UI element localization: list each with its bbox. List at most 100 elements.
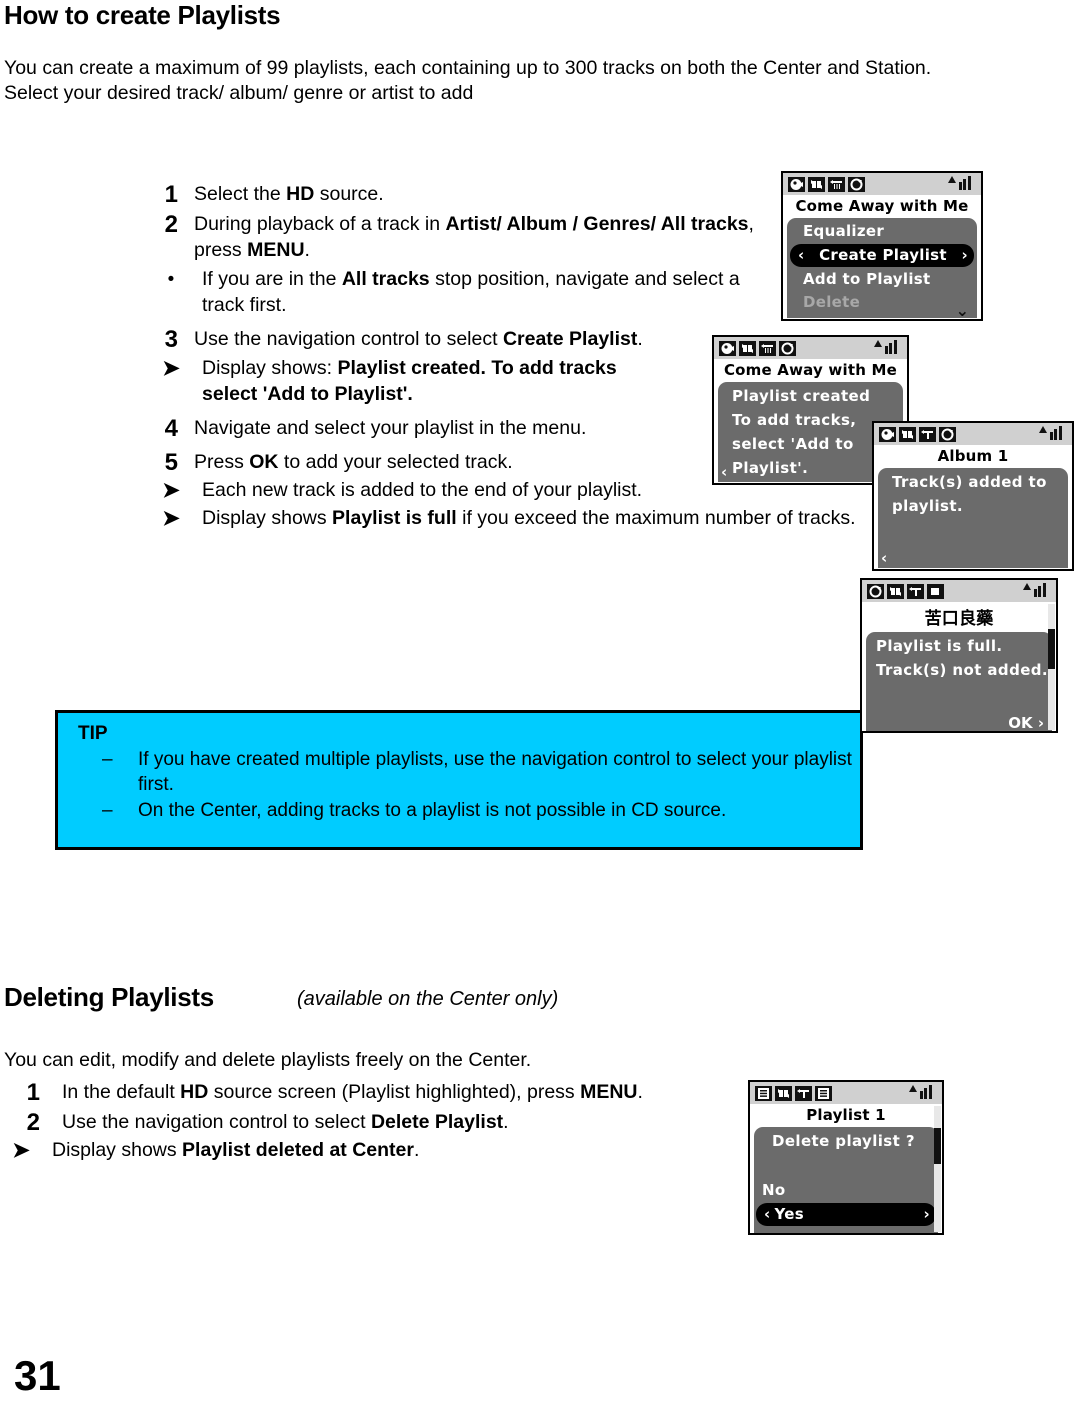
page-title: How to create Playlists xyxy=(4,0,281,30)
dash-icon: – xyxy=(102,749,113,770)
lcd-scrollbar-thumb[interactable] xyxy=(934,1128,941,1164)
step-3-number: 3 xyxy=(164,326,178,353)
left-caret-icon: ‹ xyxy=(798,246,805,264)
cd-disc-icon xyxy=(939,426,956,442)
lcd-title: Playlist 1 xyxy=(750,1104,942,1127)
step-4-number: 4 xyxy=(164,415,178,442)
lcd-status-bar xyxy=(862,580,1056,602)
manual-page: How to create Playlists You can create a… xyxy=(0,0,1074,1420)
lcd-status-bar xyxy=(750,1082,942,1104)
lcd-message-panel: Playlist is full. Track(s) not added. OK… xyxy=(866,632,1052,731)
arrow-right-icon: ➤ xyxy=(162,479,180,502)
menu-item-equalizer[interactable]: Equalizer xyxy=(787,220,977,243)
arrow-right-icon: ➤ xyxy=(162,357,180,380)
lcd-status-bar xyxy=(874,423,1072,445)
intro-paragraph: You can create a maximum of 99 playlists… xyxy=(4,57,932,104)
hd-source-icon xyxy=(879,426,896,442)
step-2-bullet-text: If you are in the All tracks stop positi… xyxy=(202,268,740,316)
tip-box: TIP – If you have created multiple playli… xyxy=(55,710,863,850)
step-1-number: 1 xyxy=(164,181,178,208)
lcd-message-line: playlist. xyxy=(892,497,963,515)
lcd-scrollbar-thumb[interactable] xyxy=(1048,629,1055,669)
repeat-up-icon xyxy=(907,583,924,599)
right-caret-icon: › xyxy=(961,246,968,264)
option-no[interactable]: No xyxy=(754,1179,938,1202)
delete-arrow-text: Display shows Playlist deleted at Center… xyxy=(52,1139,420,1161)
signal-bars-icon xyxy=(1039,426,1066,440)
step-2: 2 During playback of a track in Artist/ … xyxy=(148,212,868,263)
cd-disc-icon xyxy=(779,340,796,356)
hd-source-icon xyxy=(719,340,736,356)
step-1: 1 Select the HD source. xyxy=(148,182,868,208)
left-caret-icon: ‹ xyxy=(764,1205,771,1223)
lcd-message-line: Playlist created xyxy=(732,387,871,405)
section2-title: Deleting Playlists xyxy=(4,982,214,1012)
left-caret-icon[interactable]: ‹ xyxy=(721,463,727,481)
right-caret-icon: › xyxy=(923,1205,930,1223)
lcd-delete-playlist: Playlist 1 Delete playlist ? No ‹ Yes › xyxy=(748,1080,944,1235)
shuffle-icon xyxy=(775,1085,792,1101)
step-2-bullet: • If you are in the All tracks stop posi… xyxy=(148,267,868,318)
step-2-number: 2 xyxy=(164,211,178,238)
menu-item-add-to-playlist[interactable]: Add to Playlist xyxy=(787,268,977,291)
section2-subtitle: (available on the Center only) xyxy=(297,988,559,1010)
shuffle-icon xyxy=(887,583,904,599)
step-5-arrow-2-text: Display shows Playlist is full if you ex… xyxy=(202,506,856,529)
step-5-arrow-2: ➤ Display shows Playlist is full if you … xyxy=(148,506,868,532)
option-label: Yes xyxy=(774,1205,804,1223)
lcd-message-line: Track(s) not added. xyxy=(876,661,1049,679)
lcd-status-bar xyxy=(714,337,907,359)
menu-item-label: Create Playlist xyxy=(819,246,947,264)
signal-bars-icon xyxy=(874,340,901,354)
tip-item-text: If you have created multiple playlists, … xyxy=(138,749,852,795)
signal-bars-icon xyxy=(1023,583,1050,597)
option-yes[interactable]: ‹ Yes › xyxy=(756,1203,936,1226)
step-2-text: During playback of a track in Artist/ Al… xyxy=(194,213,754,261)
shuffle-icon xyxy=(808,176,825,192)
tip-list: – If you have created multiple playlists,… xyxy=(58,747,860,823)
lcd-menu-panel: Equalizer ‹ Create Playlist › Add to Pla… xyxy=(787,218,977,319)
delete-step-2-text: Use the navigation control to select Del… xyxy=(62,1111,509,1133)
lcd-message-line: Delete playlist ? xyxy=(772,1132,915,1150)
lcd-message-line: Track(s) added to xyxy=(892,473,1047,491)
tip-item: – On the Center, adding tracks to a playl… xyxy=(102,798,860,823)
shuffle-icon xyxy=(739,340,756,356)
delete-arrow: ➤ Display shows Playlist deleted at Cent… xyxy=(0,1138,730,1164)
lcd-status-bar xyxy=(783,173,981,195)
step-1-text: Select the HD source. xyxy=(194,183,384,205)
cd-disc-icon xyxy=(867,583,884,599)
repeat-up-icon xyxy=(795,1085,812,1101)
repeat-up-icon xyxy=(919,426,936,442)
step-3-text: Use the navigation control to select Cre… xyxy=(194,328,643,350)
ok-button[interactable]: OK › xyxy=(1008,714,1044,731)
repeat-icon xyxy=(828,176,845,192)
delete-step-1-number: 1 xyxy=(26,1079,40,1106)
step-5-arrow-1-text: Each new track is added to the end of yo… xyxy=(202,479,643,501)
tip-item-text: On the Center, adding tracks to a playli… xyxy=(138,800,727,821)
chevron-down-icon[interactable]: ⌄ xyxy=(956,301,969,319)
lcd-confirm-panel: Delete playlist ? No ‹ Yes › xyxy=(754,1127,938,1233)
step-3-arrow-text: Display shows: Playlist created. To add … xyxy=(202,357,617,405)
tip-title: TIP xyxy=(78,723,108,744)
cd-disc-icon xyxy=(848,176,865,192)
stop-icon xyxy=(927,583,944,599)
list-icon xyxy=(815,1085,832,1101)
lcd-title: 苦口良藥 xyxy=(862,602,1056,632)
section2-intro: You can edit, modify and delete playlist… xyxy=(4,1049,532,1071)
menu-item-delete[interactable]: Delete xyxy=(787,291,977,314)
signal-bars-icon xyxy=(909,1085,936,1099)
lcd-scrollbar[interactable] xyxy=(934,1106,941,1232)
list-icon xyxy=(755,1085,772,1101)
shuffle-icon xyxy=(899,426,916,442)
lcd-scrollbar[interactable] xyxy=(1048,604,1055,730)
lcd-title: Album 1 xyxy=(874,445,1072,468)
step-4-text: Navigate and select your playlist in the… xyxy=(194,417,587,439)
left-caret-icon[interactable]: ‹ xyxy=(881,549,887,567)
step-5-number: 5 xyxy=(164,449,178,476)
delete-step-1: 1 In the default HD source screen (Playl… xyxy=(10,1080,730,1106)
page-number: 31 xyxy=(14,1352,61,1399)
menu-item-create-playlist[interactable]: ‹ Create Playlist › xyxy=(790,244,974,267)
tip-item: – If you have created multiple playlists,… xyxy=(102,747,860,797)
lcd-message-line: Playlist is full. xyxy=(876,637,1003,655)
lcd-title: Come Away with Me xyxy=(783,195,981,218)
